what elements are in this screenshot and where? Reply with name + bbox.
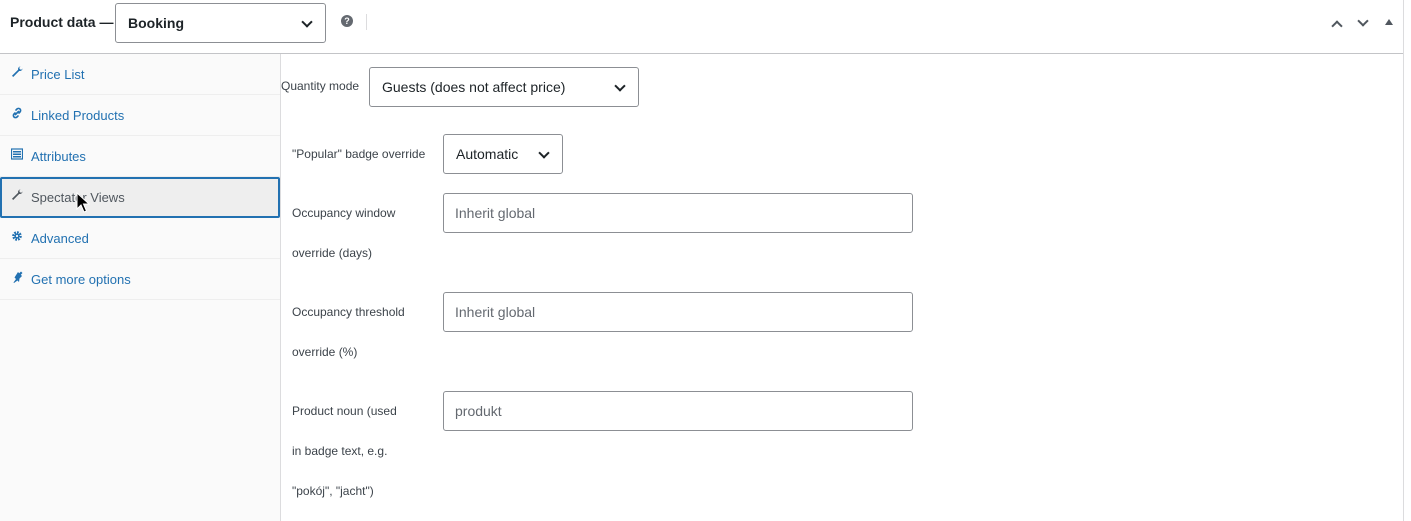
product-data-header: Product data — Booking ? bbox=[0, 0, 1403, 54]
tab-label: Linked Products bbox=[31, 108, 125, 123]
product-type-select[interactable]: Booking bbox=[115, 3, 326, 43]
help-icon[interactable]: ? bbox=[341, 15, 353, 27]
move-up-button[interactable] bbox=[1328, 13, 1348, 33]
occupancy-window-input[interactable] bbox=[443, 193, 913, 233]
occupancy-window-label-cont: override (days) bbox=[292, 246, 373, 260]
occupancy-threshold-input[interactable] bbox=[443, 292, 913, 332]
product-data-tabs: Price List Linked Products Attributes Sp… bbox=[0, 54, 281, 521]
header-title: Product data — bbox=[10, 14, 114, 30]
header-divider bbox=[366, 14, 367, 30]
chevron-up-icon bbox=[1331, 20, 1343, 32]
chevron-down-icon bbox=[1357, 15, 1369, 27]
move-down-button[interactable] bbox=[1354, 13, 1374, 33]
product-noun-label-cont: in badge text, e.g. bbox=[292, 444, 388, 458]
gear-icon bbox=[11, 230, 23, 242]
chevron-down-icon bbox=[614, 80, 626, 92]
tab-label: Advanced bbox=[31, 231, 89, 246]
occupancy-threshold-label: Occupancy threshold bbox=[292, 305, 405, 319]
spectator-views-panel: Quantity mode Guests (does not affect pr… bbox=[281, 54, 1403, 521]
wrench-icon bbox=[11, 66, 23, 78]
list-icon bbox=[10, 148, 24, 160]
tab-attributes[interactable]: Attributes bbox=[0, 136, 280, 177]
popular-badge-value: Automatic bbox=[456, 146, 519, 162]
popular-badge-label: "Popular" badge override bbox=[292, 147, 426, 161]
mouse-cursor-icon bbox=[76, 192, 90, 213]
tab-linked-products[interactable]: Linked Products bbox=[0, 95, 280, 136]
chevron-down-icon bbox=[301, 16, 313, 28]
tab-price-list[interactable]: Price List bbox=[0, 54, 280, 95]
product-noun-input[interactable] bbox=[443, 391, 913, 431]
product-noun-label: Product noun (used bbox=[292, 404, 397, 418]
tab-label: Get more options bbox=[31, 272, 131, 287]
occupancy-threshold-label-cont: override (%) bbox=[292, 345, 358, 359]
product-noun-label-examples: "pokój", "jacht") bbox=[292, 484, 374, 498]
tab-label: Attributes bbox=[31, 149, 86, 164]
collapse-toggle-icon[interactable] bbox=[1385, 19, 1393, 25]
occupancy-window-label: Occupancy window bbox=[292, 206, 396, 220]
plugin-icon bbox=[11, 271, 23, 283]
wrench-icon bbox=[11, 189, 23, 201]
chevron-down-icon bbox=[538, 147, 550, 159]
quantity-mode-value: Guests (does not affect price) bbox=[382, 79, 566, 95]
tab-label: Price List bbox=[31, 67, 85, 82]
panel-right-border bbox=[1403, 0, 1404, 521]
tab-get-more-options[interactable]: Get more options bbox=[0, 259, 280, 300]
popular-badge-select[interactable]: Automatic bbox=[443, 134, 563, 174]
tab-advanced[interactable]: Advanced bbox=[0, 218, 280, 259]
link-icon bbox=[11, 107, 23, 119]
product-type-value: Booking bbox=[128, 15, 184, 31]
tab-spectator-views[interactable]: Spectator Views bbox=[0, 177, 280, 218]
quantity-mode-label: Quantity mode bbox=[281, 79, 360, 93]
quantity-mode-select[interactable]: Guests (does not affect price) bbox=[369, 67, 639, 107]
